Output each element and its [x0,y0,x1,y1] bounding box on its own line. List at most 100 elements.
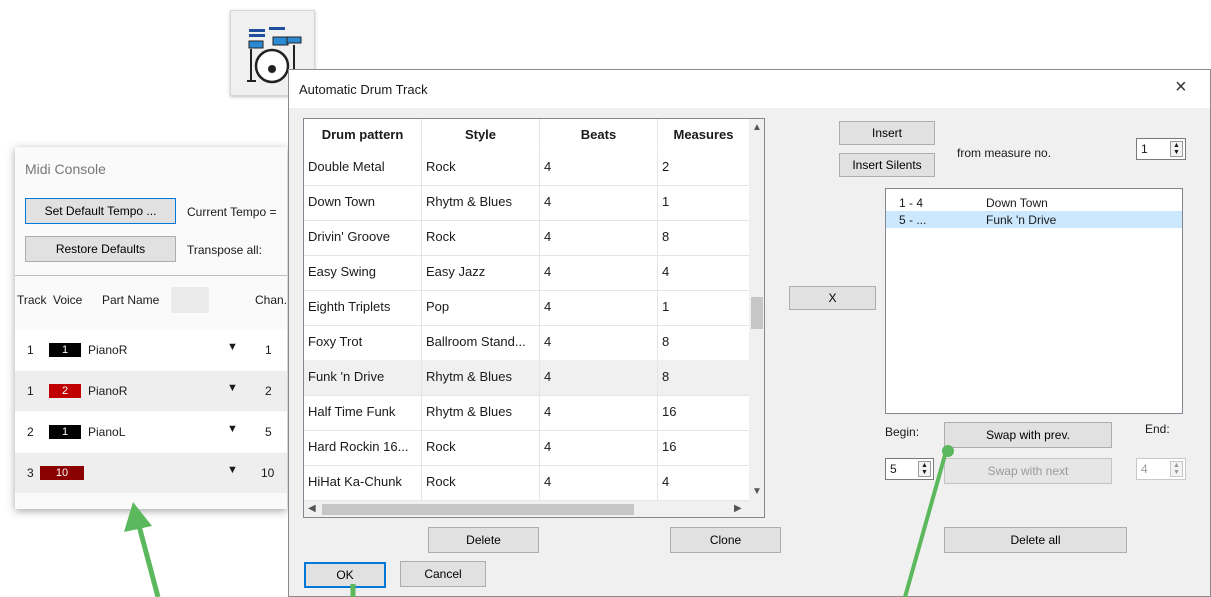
scroll-right-icon[interactable]: ▶ [734,503,742,514]
header-track: Track [17,293,47,307]
voice-chip[interactable]: 2 [49,384,81,398]
column-separator [421,220,422,255]
restore-defaults-button[interactable]: Restore Defaults [25,236,176,262]
cell-style: Rock [426,439,456,454]
grid-row[interactable]: Double Metal Rock 4 2 [304,150,749,186]
grid-row[interactable]: Half Time Funk Rhytm & Blues 4 16 [304,395,749,431]
voice-chip[interactable]: 1 [49,343,81,357]
voice-chip[interactable]: 1 [49,425,81,439]
cell-measures: 8 [662,229,670,244]
grid-row[interactable]: Drivin' Groove Rock 4 8 [304,220,749,256]
cell-style: Rock [426,474,456,489]
column-separator [539,430,540,465]
delete-button[interactable]: Delete [428,527,539,553]
drum-pattern-grid[interactable]: Drum pattern Style Beats Measures Double… [303,118,765,518]
voice-chip[interactable]: 10 [40,466,84,480]
part-name: PianoL [88,425,126,439]
swap-with-prev-button[interactable]: Swap with prev. [944,422,1112,448]
begin-spinner[interactable]: 5 ▲ ▼ [885,458,934,480]
scroll-thumb[interactable] [751,297,763,329]
scroll-up-icon[interactable]: ▲ [752,122,762,133]
midi-console-panel: Midi Console Set Default Tempo ... Curre… [15,147,287,509]
cell-beats: 4 [544,439,552,454]
spinner-arrows-icon[interactable]: ▲ ▼ [1170,461,1183,477]
ok-button[interactable]: OK [304,562,386,588]
column-separator [657,360,658,395]
set-default-tempo-button[interactable]: Set Default Tempo ... [25,198,176,224]
midi-track-row[interactable]: 2 1 PianoL ▼ 5 [15,412,287,452]
channel-number: 2 [265,384,272,398]
current-tempo-label: Current Tempo = [187,205,277,219]
end-spinner[interactable]: 4 ▲ ▼ [1136,458,1186,480]
delete-all-button[interactable]: Delete all [944,527,1127,553]
column-separator [421,185,422,220]
midi-track-row[interactable]: 3 10 ▼ 10 [15,453,287,493]
scroll-down-icon[interactable]: ▼ [752,486,762,497]
end-value: 4 [1141,462,1148,476]
dropdown-arrow-icon[interactable]: ▼ [227,341,238,353]
cell-beats: 4 [544,334,552,349]
cancel-button[interactable]: Cancel [400,561,486,587]
dropdown-arrow-icon[interactable]: ▼ [227,382,238,394]
column-separator [657,465,658,500]
cell-drum-pattern: Half Time Funk [308,404,396,419]
cell-beats: 4 [544,264,552,279]
column-separator [539,150,540,185]
assignment-list[interactable]: 1 - 4 Down Town 5 - ... Funk 'n Drive [885,188,1183,414]
horizontal-scroll-thumb[interactable] [322,504,634,515]
dropdown-arrow-icon[interactable]: ▼ [227,464,238,476]
track-number: 1 [27,343,34,357]
column-header-drum-pattern[interactable]: Drum pattern [304,119,422,149]
swap-with-next-button[interactable]: Swap with next [944,458,1112,484]
grid-row[interactable]: Eighth Triplets Pop 4 1 [304,290,749,326]
dropdown-arrow-icon[interactable]: ▼ [227,423,238,435]
column-separator [657,395,658,430]
column-separator [539,220,540,255]
insert-button[interactable]: Insert [839,121,935,145]
spinner-arrows-icon[interactable]: ▲ ▼ [918,461,931,477]
close-icon[interactable]: × [1175,76,1187,99]
column-separator [421,430,422,465]
midi-track-row[interactable]: 1 1 PianoR ▼ 1 [15,330,287,370]
cell-beats: 4 [544,194,552,209]
cell-style: Rock [426,159,456,174]
cell-drum-pattern: Hard Rockin 16... [308,439,409,454]
track-number: 3 [27,466,34,480]
midi-console-title: Midi Console [25,161,106,177]
grid-row[interactable]: Down Town Rhytm & Blues 4 1 [304,185,749,221]
grid-row[interactable]: Easy Swing Easy Jazz 4 4 [304,255,749,291]
column-header-measures[interactable]: Measures [658,119,750,149]
insert-silents-button[interactable]: Insert Silents [839,153,935,177]
spinner-arrows-icon[interactable]: ▲ ▼ [1170,141,1183,157]
cell-drum-pattern: Drivin' Groove [308,229,390,244]
column-header-beats[interactable]: Beats [540,119,658,149]
grid-row[interactable]: Foxy Trot Ballroom Stand... 4 8 [304,325,749,361]
cell-measures: 8 [662,334,670,349]
column-separator [421,150,422,185]
remove-assignment-button[interactable]: X [789,286,876,310]
part-name: PianoR [88,343,128,357]
vertical-scrollbar[interactable]: ▲ ▼ [749,119,764,501]
header-part-name: Part Name [102,293,160,307]
column-separator [657,185,658,220]
assignment-row-selected[interactable]: 5 - ... Funk 'n Drive [886,211,1182,228]
column-separator [421,395,422,430]
from-measure-spinner[interactable]: 1 ▲ ▼ [1136,138,1186,160]
header-voice: Voice [53,293,83,307]
midi-track-row[interactable]: 1 2 PianoR ▼ 2 [15,371,287,411]
column-separator [539,255,540,290]
end-label: End: [1145,422,1170,436]
scroll-left-icon[interactable]: ◀ [308,503,316,514]
cell-drum-pattern: Foxy Trot [308,334,363,349]
channel-number: 1 [265,343,272,357]
begin-value: 5 [890,462,897,476]
grid-row[interactable]: Hard Rockin 16... Rock 4 16 [304,430,749,466]
grid-row[interactable]: HiHat Ka-Chunk Rock 4 4 [304,465,749,501]
assignment-row[interactable]: 1 - 4 Down Town [886,194,1182,211]
clone-button[interactable]: Clone [670,527,781,553]
cell-drum-pattern: Down Town [308,194,375,209]
cell-drum-pattern: Funk 'n Drive [308,369,385,384]
column-header-style[interactable]: Style [422,119,540,149]
grid-row-selected[interactable]: Funk 'n Drive Rhytm & Blues 4 8 [304,360,749,396]
horizontal-scrollbar[interactable]: ◀ ▶ [304,501,764,517]
